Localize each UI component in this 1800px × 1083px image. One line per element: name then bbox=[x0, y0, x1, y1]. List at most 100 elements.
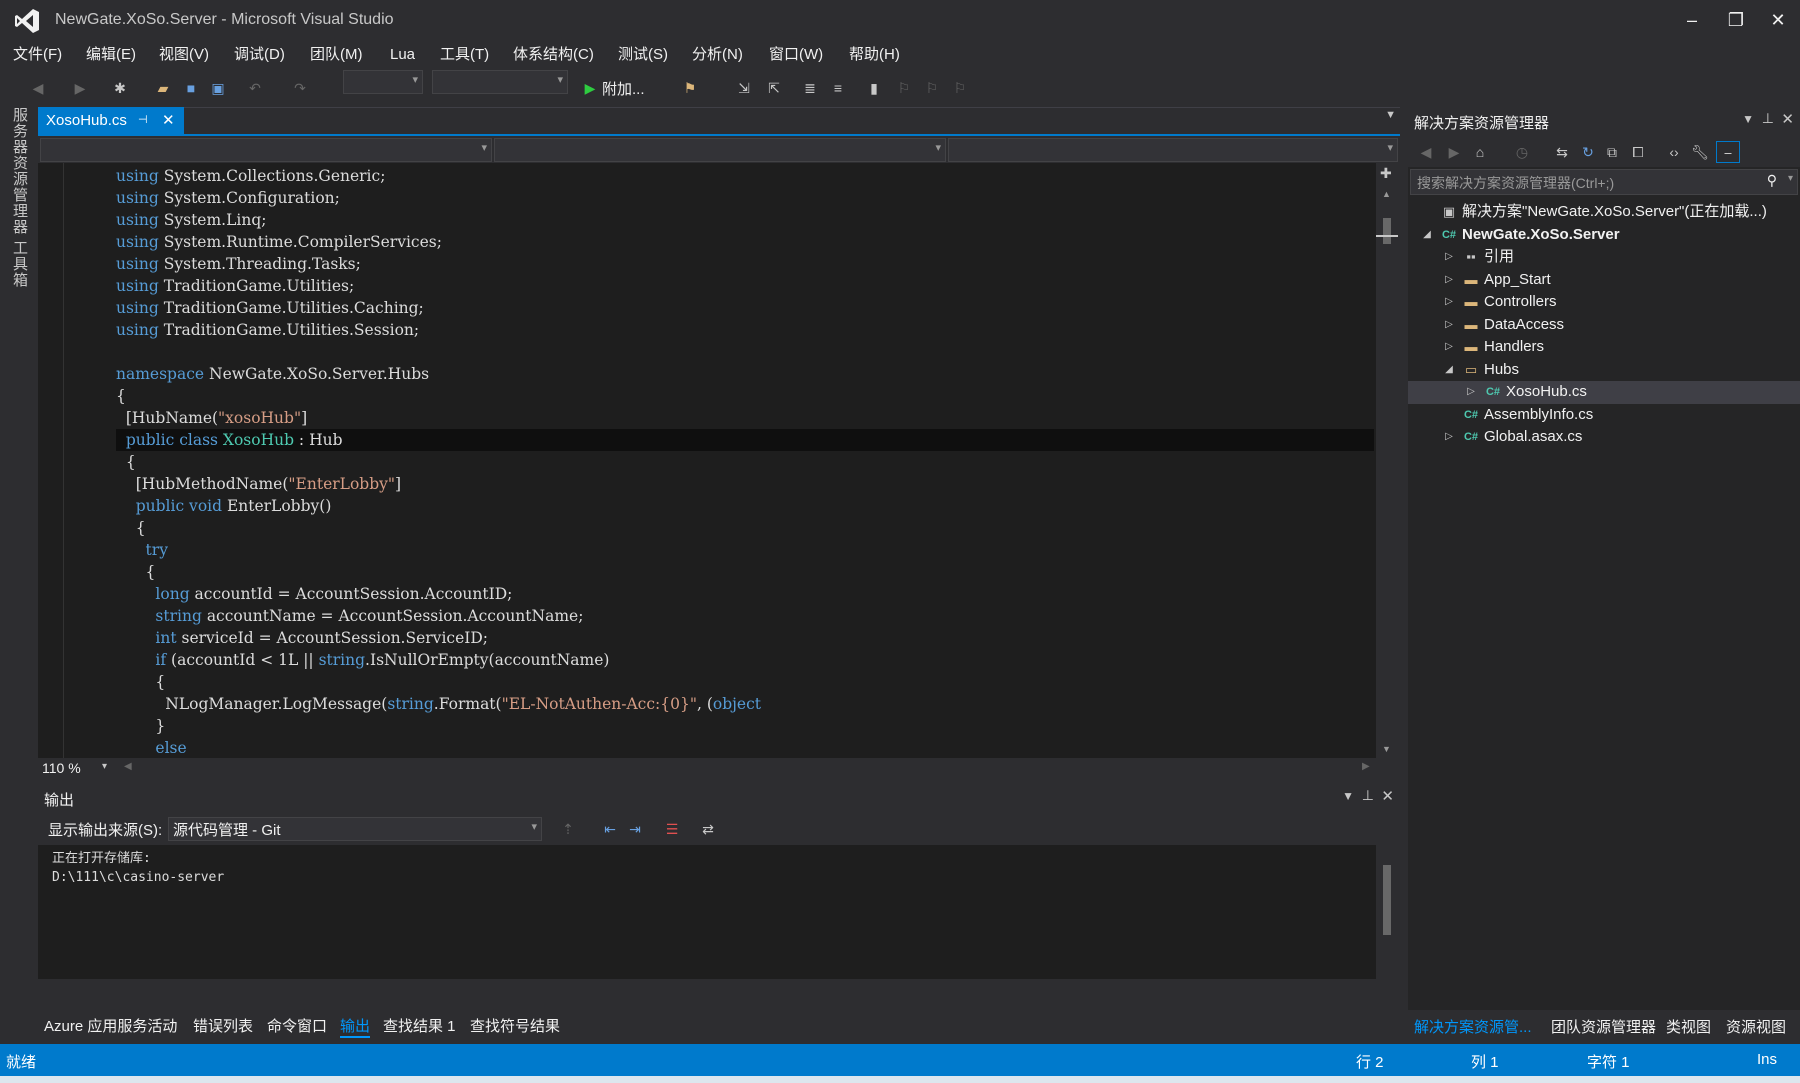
start-debug-icon[interactable]: ▶ bbox=[580, 78, 600, 98]
navigate-back-icon[interactable]: ◀ bbox=[28, 78, 48, 98]
find-in-files-icon[interactable]: ⚑ bbox=[680, 78, 700, 98]
menu-team[interactable]: 团队(M) bbox=[308, 42, 365, 68]
open-file-icon[interactable]: ▰ bbox=[153, 78, 173, 98]
clear-all-icon[interactable]: ☰ bbox=[662, 819, 682, 839]
menu-analyze[interactable]: 分析(N) bbox=[690, 42, 745, 68]
collapsed-arrow-icon[interactable]: ▷ bbox=[1442, 426, 1456, 449]
zoom-level[interactable]: 110 % bbox=[42, 760, 81, 776]
view-code-icon[interactable]: ‹› bbox=[1664, 142, 1684, 162]
split-icon[interactable]: ✚ bbox=[1380, 165, 1392, 182]
scroll-left-icon[interactable]: ◀ bbox=[124, 761, 132, 772]
tree-node[interactable]: ◢ C# NewGate.XoSo.Server bbox=[1408, 224, 1800, 247]
next-bookmark-icon[interactable]: ⚐ bbox=[922, 78, 942, 98]
refresh-icon[interactable]: ↻ bbox=[1578, 142, 1598, 162]
properties-icon[interactable]: 🔧︎ bbox=[1690, 142, 1710, 162]
tree-node[interactable]: ◢ ▭ Hubs bbox=[1408, 359, 1800, 382]
sync-icon[interactable]: ⇆ bbox=[1552, 142, 1572, 162]
document-dropdown-icon[interactable]: ▼ bbox=[1385, 109, 1396, 121]
code-editor[interactable]: using System.Collections.Generic; using S… bbox=[38, 163, 1398, 758]
tree-node[interactable]: ▷ ▬ Handlers bbox=[1408, 336, 1800, 359]
output-close-icon[interactable]: ✕ bbox=[1381, 787, 1394, 805]
solution-close-icon[interactable]: ✕ bbox=[1781, 110, 1794, 128]
collapsed-arrow-icon[interactable]: ▷ bbox=[1442, 269, 1456, 292]
output-text[interactable]: 正在打开存储库: D:\111\c\casino-server bbox=[38, 845, 1398, 979]
collapsed-arrow-icon[interactable]: ▷ bbox=[1464, 381, 1478, 404]
search-options-icon[interactable]: ▾ bbox=[1788, 173, 1793, 184]
tree-node[interactable]: ▷ ▪▪ 引用 bbox=[1408, 246, 1800, 269]
navigate-forward-icon[interactable]: ▶ bbox=[70, 78, 90, 98]
solution-search-input[interactable]: 搜索解决方案资源管理器(Ctrl+;) ⚲ ▾ bbox=[1410, 169, 1798, 195]
tab-find-symbol-results[interactable]: 查找符号结果 bbox=[470, 1015, 560, 1036]
collapsed-arrow-icon[interactable]: ▷ bbox=[1442, 246, 1456, 269]
menu-help[interactable]: 帮助(H) bbox=[847, 42, 902, 68]
output-menu-icon[interactable]: ▼ bbox=[1342, 789, 1354, 803]
menu-file[interactable]: 文件(F) bbox=[11, 42, 64, 68]
menu-lua[interactable]: Lua bbox=[388, 42, 417, 68]
zoom-dropdown-icon[interactable]: ▾ bbox=[102, 761, 107, 772]
prev-bookmark-icon[interactable]: ⚐ bbox=[894, 78, 914, 98]
tree-node[interactable]: ▣ 解决方案"NewGate.XoSo.Server"(正在加载...) bbox=[1408, 201, 1800, 224]
output-vertical-scrollbar[interactable] bbox=[1376, 845, 1398, 979]
solution-menu-icon[interactable]: ▼ bbox=[1742, 112, 1754, 126]
save-icon[interactable]: ■ bbox=[181, 78, 201, 98]
back-icon[interactable]: ◀ bbox=[1416, 142, 1436, 162]
solution-platform-dropdown[interactable] bbox=[432, 70, 568, 94]
expanded-arrow-icon[interactable]: ◢ bbox=[1420, 224, 1434, 247]
output-horizontal-scrollbar[interactable] bbox=[38, 979, 1398, 999]
menu-architecture[interactable]: 体系结构(C) bbox=[511, 42, 596, 68]
step-out-icon[interactable]: ⇱ bbox=[764, 78, 784, 98]
save-all-icon[interactable]: ▣ bbox=[208, 78, 228, 98]
tree-node[interactable]: ▷ ▬ DataAccess bbox=[1408, 314, 1800, 337]
clear-bookmarks-icon[interactable]: ⚐ bbox=[950, 78, 970, 98]
menu-test[interactable]: 测试(S) bbox=[616, 42, 670, 68]
indent-icon[interactable]: ≡ bbox=[828, 78, 848, 98]
prev-message-icon[interactable]: ⇤ bbox=[600, 819, 620, 839]
tab-output[interactable]: 输出 bbox=[340, 1015, 371, 1038]
tree-node[interactable]: C# AssemblyInfo.cs bbox=[1408, 404, 1800, 427]
outdent-icon[interactable]: ≣ bbox=[800, 78, 820, 98]
redo-icon[interactable]: ↷ bbox=[290, 78, 310, 98]
scroll-thumb[interactable] bbox=[1383, 218, 1391, 244]
pin-icon[interactable]: ⊣ bbox=[138, 107, 148, 134]
preview-selected-icon[interactable]: ⎯ bbox=[1716, 141, 1740, 163]
menu-edit[interactable]: 编辑(E) bbox=[84, 42, 138, 68]
output-scroll-thumb[interactable] bbox=[1383, 865, 1391, 935]
close-tab-icon[interactable]: ✕ bbox=[162, 107, 175, 134]
type-navigation-dropdown[interactable] bbox=[494, 138, 946, 162]
tab-xosohub-cs[interactable]: XosoHub.cs ⊣ ✕ bbox=[38, 107, 184, 134]
bookmark-icon[interactable]: ▮ bbox=[864, 78, 884, 98]
show-all-files-icon[interactable]: ⧠ bbox=[1628, 142, 1648, 162]
tree-node[interactable]: ▷ ▬ App_Start bbox=[1408, 269, 1800, 292]
tree-node[interactable]: ▷ ▬ Controllers bbox=[1408, 291, 1800, 314]
collapsed-arrow-icon[interactable]: ▷ bbox=[1442, 291, 1456, 314]
new-project-icon[interactable]: ✱ bbox=[110, 78, 130, 98]
home-icon[interactable]: ⌂ bbox=[1470, 142, 1490, 162]
pane-splitter[interactable] bbox=[1400, 105, 1408, 1040]
output-pin-icon[interactable]: ⊥ bbox=[1362, 787, 1374, 804]
editor-vertical-scrollbar[interactable]: ✚ ▲ ▼ bbox=[1376, 163, 1398, 758]
close-window-button[interactable]: ✕ bbox=[1760, 6, 1796, 34]
menu-debug[interactable]: 调试(D) bbox=[232, 42, 287, 68]
tab-team-explorer[interactable]: 团队资源管理器 bbox=[1551, 1016, 1656, 1037]
word-wrap-icon[interactable]: ⇄ bbox=[698, 819, 718, 839]
tab-azure-activity[interactable]: Azure 应用服务活动 bbox=[44, 1015, 177, 1036]
tab-resource-view[interactable]: 资源视图 bbox=[1726, 1016, 1786, 1037]
pending-changes-icon[interactable]: ◷ bbox=[1512, 142, 1532, 162]
server-explorer-tab[interactable]: 服务器资源管理器 bbox=[9, 107, 30, 235]
output-source-dropdown[interactable]: 源代码管理 - Git bbox=[168, 817, 542, 841]
expanded-arrow-icon[interactable]: ◢ bbox=[1442, 359, 1456, 382]
search-icon[interactable]: ⚲ bbox=[1767, 172, 1777, 189]
collapsed-arrow-icon[interactable]: ▷ bbox=[1442, 314, 1456, 337]
collapsed-arrow-icon[interactable]: ▷ bbox=[1442, 336, 1456, 359]
tab-error-list[interactable]: 错误列表 bbox=[193, 1015, 253, 1036]
restore-button[interactable]: ❐ bbox=[1718, 6, 1754, 34]
tab-solution-explorer[interactable]: 解决方案资源管... bbox=[1414, 1016, 1532, 1037]
undo-icon[interactable]: ↶ bbox=[245, 78, 265, 98]
tree-node[interactable]: ▷ C# Global.asax.cs bbox=[1408, 426, 1800, 449]
forward-icon[interactable]: ▶ bbox=[1444, 142, 1464, 162]
menu-view[interactable]: 视图(V) bbox=[157, 42, 211, 68]
scroll-down-icon[interactable]: ▼ bbox=[1382, 744, 1391, 754]
minimize-button[interactable]: – bbox=[1674, 6, 1710, 34]
attach-button[interactable]: 附加... bbox=[602, 78, 645, 99]
find-message-icon[interactable]: ⇡ bbox=[558, 819, 578, 839]
